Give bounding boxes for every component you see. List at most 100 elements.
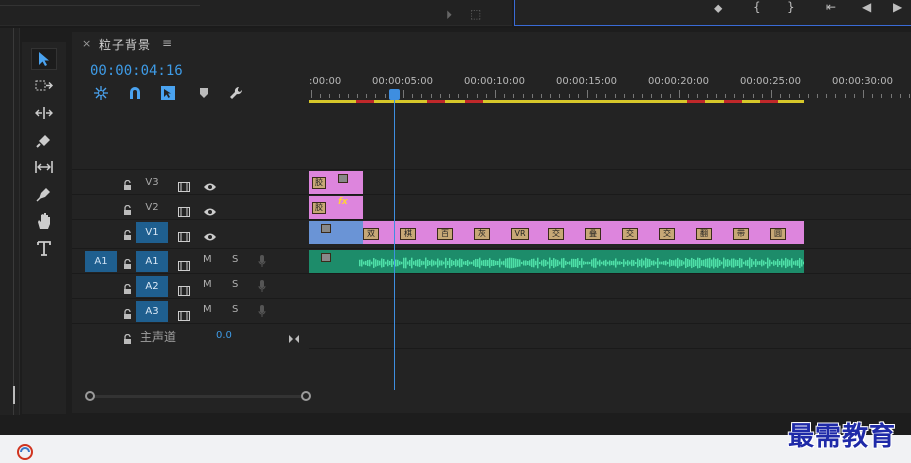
- render-bar-segment: [427, 100, 445, 103]
- mark-in-icon[interactable]: {: [753, 1, 761, 13]
- microphone-icon[interactable]: [258, 253, 266, 272]
- master-volume-value[interactable]: 0.0: [216, 330, 232, 341]
- scroll-handle-right[interactable]: [301, 391, 311, 401]
- mute-button[interactable]: M: [203, 254, 212, 265]
- playhead-timecode[interactable]: 00:00:04:16: [90, 63, 183, 79]
- razor-tool[interactable]: [31, 129, 57, 151]
- lock-icon[interactable]: [123, 305, 132, 324]
- export-frame-icon[interactable]: ⬚: [470, 8, 481, 20]
- track-name[interactable]: A1: [136, 251, 168, 272]
- panel-menu-icon[interactable]: ≡: [162, 36, 172, 50]
- ruler-tick: [357, 94, 358, 98]
- audio-clip[interactable]: [309, 250, 804, 273]
- transition-label[interactable]: 翻: [696, 228, 712, 240]
- clip-label: 胶: [312, 177, 326, 189]
- ruler-tick: [403, 90, 404, 98]
- track-name[interactable]: V1: [136, 222, 168, 243]
- ruler-tick: [559, 94, 561, 98]
- transition-label[interactable]: 交: [622, 228, 638, 240]
- mute-button[interactable]: M: [203, 304, 212, 315]
- eye-icon[interactable]: [203, 227, 217, 246]
- track-v2: V2 胶 fx: [72, 194, 911, 220]
- track-v3: V3 胶: [72, 169, 911, 195]
- track-select-tool[interactable]: [31, 75, 57, 97]
- microphone-icon[interactable]: [258, 303, 266, 322]
- lock-icon[interactable]: [123, 280, 132, 299]
- hand-tool[interactable]: [31, 210, 57, 232]
- transition-label[interactable]: 圆: [770, 228, 786, 240]
- transition-label[interactable]: 交: [548, 228, 564, 240]
- track-lane: [309, 324, 911, 349]
- lock-icon[interactable]: [123, 226, 132, 245]
- transition-label[interactable]: 交: [659, 228, 675, 240]
- transition-label[interactable]: 双: [363, 228, 379, 240]
- track-lane[interactable]: 双 棋 百 灰 VR 交 叠 交 交 翻 带 圆: [309, 220, 911, 245]
- clip-thumbnail-icon: [321, 253, 331, 262]
- selection-tool-icon: [39, 52, 49, 66]
- ruler-tick: [412, 94, 414, 98]
- track-name[interactable]: V2: [136, 197, 168, 218]
- microphone-icon[interactable]: [258, 278, 266, 297]
- mark-out-icon[interactable]: }: [787, 1, 795, 13]
- solo-button[interactable]: S: [232, 304, 238, 315]
- lock-icon[interactable]: [123, 201, 132, 220]
- ruler-tick: [725, 94, 726, 98]
- video-clip-selected[interactable]: [309, 221, 363, 244]
- mute-button[interactable]: M: [203, 279, 212, 290]
- pen-tool[interactable]: [31, 183, 57, 205]
- ruler-tick: [366, 94, 368, 98]
- track-name[interactable]: V3: [136, 172, 168, 193]
- track-name[interactable]: A2: [136, 276, 168, 297]
- marker-icon[interactable]: ⬥: [714, 2, 722, 14]
- type-tool[interactable]: [31, 237, 57, 259]
- track-lane[interactable]: [309, 299, 911, 324]
- go-to-end-icon[interactable]: [288, 329, 300, 348]
- linked-selection-toggle[interactable]: [160, 85, 176, 101]
- ruler-tick: [430, 94, 432, 98]
- transition-label[interactable]: 百: [437, 228, 453, 240]
- zoom-scrollbar[interactable]: [85, 390, 311, 402]
- timeline-settings-button[interactable]: [229, 85, 245, 101]
- track-lane[interactable]: 胶 fx: [309, 195, 911, 220]
- transition-label[interactable]: 棋: [400, 228, 416, 240]
- solo-button[interactable]: S: [232, 254, 238, 265]
- source-patch[interactable]: A1: [85, 251, 117, 272]
- lock-icon[interactable]: [123, 176, 132, 195]
- slip-tool[interactable]: [31, 156, 57, 178]
- nest-toggle[interactable]: [93, 85, 109, 101]
- sync-lock-icon[interactable]: [178, 227, 190, 246]
- panel-header: × 粒子背景 ≡: [72, 32, 911, 56]
- video-clip[interactable]: 胶 fx: [309, 196, 363, 219]
- video-clip[interactable]: 双 棋 百 灰 VR 交 叠 交 交 翻 带 圆: [363, 221, 804, 244]
- linked-selection-icon: [161, 86, 175, 100]
- transition-label[interactable]: 叠: [585, 228, 601, 240]
- scrollbar-track[interactable]: [91, 395, 305, 398]
- lock-icon[interactable]: [123, 330, 132, 349]
- render-bar-segment: [465, 100, 483, 103]
- video-clip[interactable]: 胶: [309, 171, 363, 194]
- add-marker-button[interactable]: [196, 85, 212, 101]
- transition-label[interactable]: 带: [733, 228, 749, 240]
- go-to-in-icon[interactable]: ⇤: [826, 1, 836, 13]
- ruler-tick: [596, 94, 598, 98]
- track-lane[interactable]: 胶: [309, 170, 911, 195]
- ruler-tick: [513, 94, 515, 98]
- ruler-tick: [688, 94, 690, 98]
- play-icon[interactable]: ▶: [893, 1, 902, 13]
- lock-icon[interactable]: [123, 255, 132, 274]
- solo-button[interactable]: S: [232, 279, 238, 290]
- transition-label[interactable]: VR: [511, 228, 529, 240]
- snap-toggle[interactable]: [127, 85, 143, 101]
- track-lane[interactable]: [309, 274, 911, 299]
- scroll-handle-left[interactable]: [85, 391, 95, 401]
- close-tab-button[interactable]: ×: [82, 37, 91, 50]
- step-back-icon[interactable]: ◀: [862, 1, 871, 13]
- track-name[interactable]: A3: [136, 301, 168, 322]
- ripple-edit-tool[interactable]: [31, 102, 57, 124]
- selection-tool[interactable]: [31, 48, 57, 70]
- ruler-label: :00:00: [309, 76, 342, 87]
- transition-label[interactable]: 灰: [474, 228, 490, 240]
- insert-icon[interactable]: ⏵: [446, 9, 452, 21]
- sequence-tab-title[interactable]: 粒子背景: [99, 36, 151, 53]
- track-lane[interactable]: [309, 249, 911, 274]
